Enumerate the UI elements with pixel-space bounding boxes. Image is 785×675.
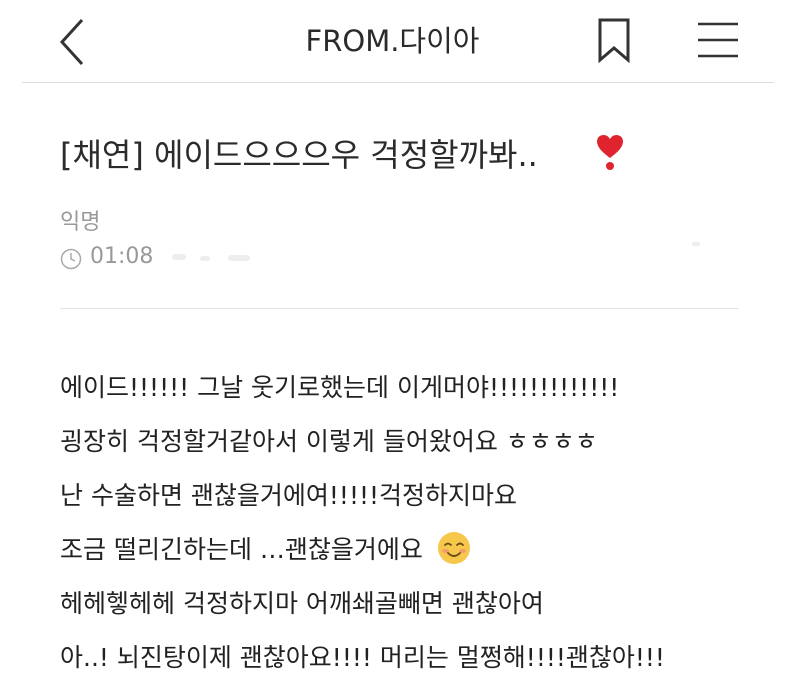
header-divider: [22, 82, 774, 83]
top-bar: FROM.다이아: [0, 0, 785, 82]
post-title: [채연] 에이드으으으우 걱정할까봐..: [60, 130, 623, 176]
post-title-text: [채연] 에이드으으으우 걱정할까봐..: [60, 136, 538, 174]
body-line: 에이드!!!!!! 그날 웃기로했는데 이게머야!!!!!!!!!!!!!: [60, 373, 620, 402]
menu-button[interactable]: [694, 18, 742, 62]
content-divider: [60, 308, 738, 309]
clock-icon: [60, 248, 82, 270]
body-line: 헤헤헿헤헤 걱정하지마 어깨쇄골빼면 괜찮아여: [60, 589, 544, 618]
smiling-face-icon: [437, 532, 470, 564]
redacted-mark: [172, 254, 186, 260]
body-line-with-emoji: 조금 떨리긴하는데 …괜찮을거에요: [60, 530, 471, 566]
post-time: 01:08: [90, 244, 154, 269]
heart-exclamation-icon: [597, 135, 623, 170]
bookmark-button[interactable]: [592, 16, 636, 66]
redacted-mark: [228, 255, 250, 261]
body-line: 난 수술하면 괜찮을거에여!!!!!걱정하지마요: [60, 481, 518, 510]
page-title: FROM.다이아: [305, 24, 480, 58]
post-author: 익명: [60, 210, 101, 235]
body-line: 굉장히 걱정할거같아서 이렇게 들어왔어요 ㅎㅎㅎㅎ: [60, 427, 598, 456]
body-line-text: 조금 떨리긴하는데 …괜찮을거에요: [60, 535, 423, 564]
redacted-mark: [200, 256, 210, 261]
redacted-mark: [692, 242, 700, 246]
bookmark-icon: [598, 18, 630, 64]
body-line: 아..! 뇌진탕이제 괜찮아요!!!! 머리는 멀쩡해!!!!괜찮아!!!: [60, 643, 665, 672]
hamburger-menu-icon: [698, 22, 738, 58]
